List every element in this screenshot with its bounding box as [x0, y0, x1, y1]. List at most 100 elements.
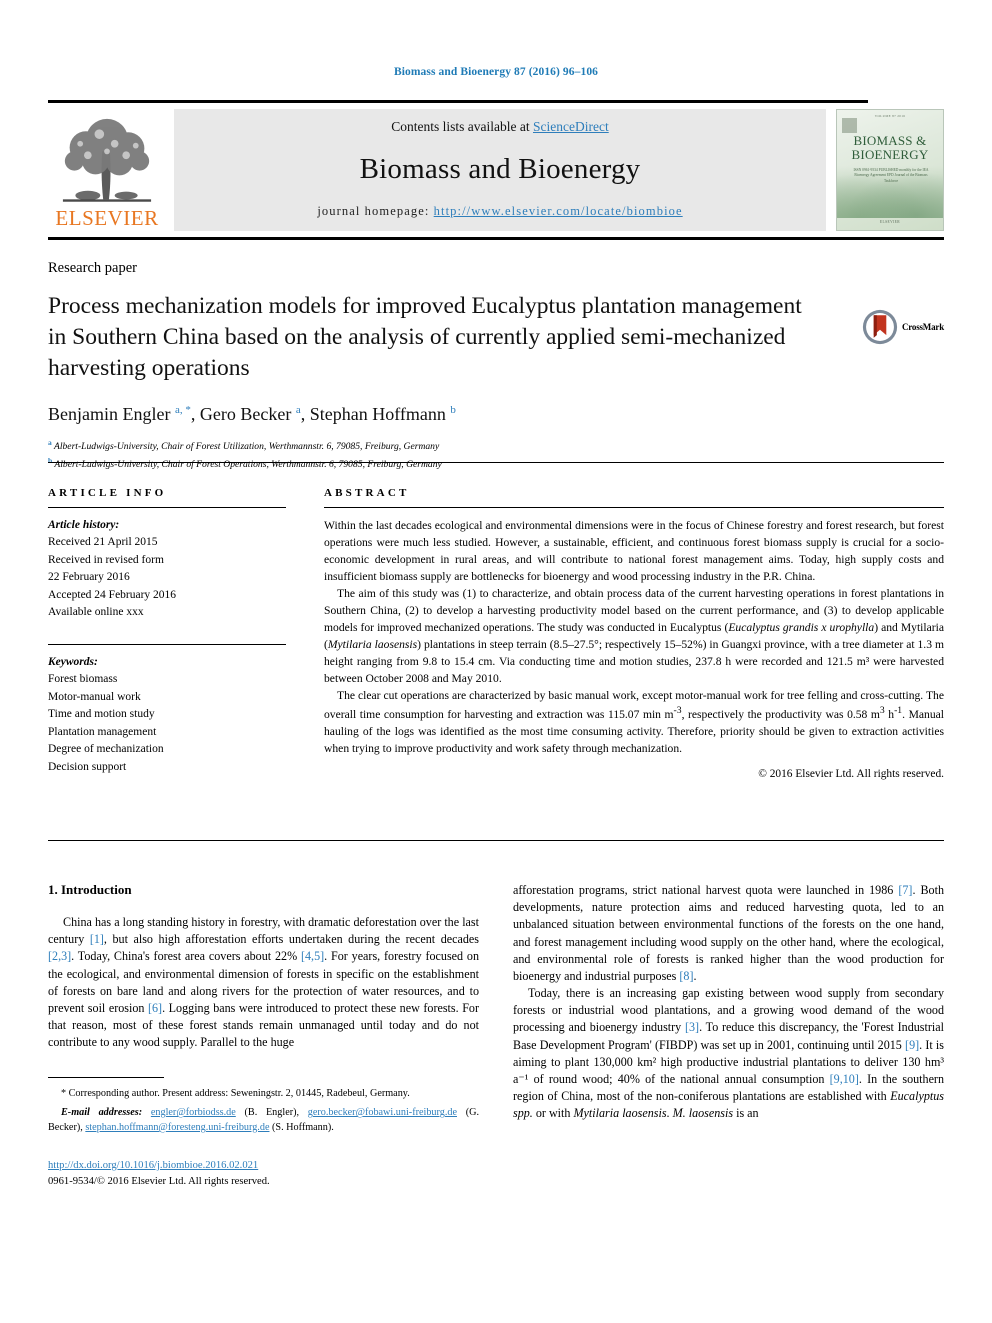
corresponding-author-note: * Corresponding author. Present address:… [61, 1088, 410, 1100]
list-item: 22 February 2016 [48, 571, 130, 584]
intro-right-text: afforestation programs, strict national … [513, 882, 944, 1122]
list-item: Received 21 April 2015 [48, 536, 158, 549]
citation-ref[interactable]: [9,10] [830, 1072, 859, 1086]
species-name: Mytilaria laosensis [573, 1106, 667, 1121]
citation-ref[interactable]: [3] [685, 1020, 699, 1034]
list-item: Accepted 24 February 2016 [48, 588, 177, 601]
footnote-block: * Corresponding author. Present address:… [48, 1077, 479, 1189]
body-top-rule [48, 840, 944, 841]
abstract-copyright: © 2016 Elsevier Ltd. All rights reserved… [758, 768, 944, 781]
affiliation-b-text: Albert-Ludwigs-University, Chair of Fore… [54, 459, 442, 471]
keyword-items: Forest biomass Motor-manual work Time and … [48, 671, 286, 776]
cover-title-line2: BIOENERGY [851, 147, 929, 163]
list-item: Received in revised form [48, 553, 164, 566]
email-link[interactable]: gero.becker@fobawi.uni-freiburg.de [308, 1107, 457, 1118]
article-info-rule [48, 507, 286, 508]
elsevier-wordmark: ELSEVIER [55, 206, 159, 230]
citation-ref[interactable]: [1] [90, 932, 104, 946]
keywords-rule [48, 643, 286, 645]
issn-copyright-line: 0961-9534/© 2016 Elsevier Ltd. All right… [48, 1175, 270, 1187]
abstract-section-top-rule [48, 462, 944, 463]
abstract-paragraph-1: Within the last decades ecological and e… [324, 519, 944, 584]
intro-left-text: China has a long standing history in for… [48, 914, 479, 1051]
sciencedirect-link[interactable]: ScienceDirect [533, 119, 609, 134]
article-type-label: Research paper [48, 260, 137, 276]
title-block: Research paper Process mechanization mod… [48, 260, 944, 473]
abstract-paragraph-2: The aim of this study was (1) to charact… [324, 587, 944, 686]
article-history-group: Article history: Received 21 April 2015 R… [48, 517, 286, 622]
email-link[interactable]: engler@forbiodss.de [151, 1107, 236, 1118]
affiliation-a: a Albert-Ludwigs-University, Chair of Fo… [48, 437, 944, 455]
section-title-introduction: 1. Introduction [48, 882, 132, 897]
contents-line: Contents lists available at ScienceDirec… [174, 119, 826, 135]
journal-cover-thumbnail: VOLUME 87 2016 BIOMASS & BIOENERGY ISSN … [836, 109, 944, 231]
cover-footer: ELSEVIER [879, 220, 901, 224]
list-item: Forest biomass [48, 673, 118, 686]
sciencedirect-panel: Contents lists available at ScienceDirec… [174, 109, 826, 231]
citation-ref[interactable]: [6] [148, 1001, 162, 1015]
header-bottom-rule [48, 237, 944, 240]
doi-link[interactable]: http://dx.doi.org/10.1016/j.biombioe.201… [48, 1160, 258, 1171]
list-item: Decision support [48, 760, 127, 773]
footnote-text: * Corresponding author. Present address:… [48, 1087, 479, 1135]
intro-paragraph-1: China has a long standing history in for… [48, 915, 480, 1050]
article-history-items: Received 21 April 2015 Received in revise… [48, 534, 286, 621]
abstract-rule [324, 507, 944, 508]
list-item: Degree of mechanization [48, 743, 164, 756]
citation-ref[interactable]: [7] [898, 883, 912, 897]
elsevier-logo: ELSEVIER [48, 109, 166, 231]
crossmark-badge[interactable]: CrossMark [862, 309, 944, 345]
list-item: Motor-manual work [48, 690, 141, 703]
elsevier-tree-icon [62, 118, 152, 202]
contents-prefix: Contents lists available at [391, 119, 533, 134]
paper-page: Biomass and Bioenergy 87 (2016) 96–106 E… [0, 0, 992, 1323]
crossmark-icon [862, 309, 898, 345]
affiliation-b-marker: b [48, 456, 53, 466]
keywords-group: Keywords: Forest biomass Motor-manual wor… [48, 654, 286, 776]
citation-ref[interactable]: [4,5] [301, 949, 324, 963]
article-info-column: ARTICLE INFO Article history: Received 2… [48, 487, 286, 783]
affiliation-list: a Albert-Ludwigs-University, Chair of Fo… [48, 437, 944, 473]
homepage-label: journal homepage: [317, 204, 430, 218]
affiliation-a-marker: a [48, 438, 52, 448]
crossmark-label: CrossMark [901, 322, 944, 332]
header-top-rule [48, 100, 868, 103]
article-info-heading: ARTICLE INFO [48, 487, 167, 499]
cover-volume-note: VOLUME 87 2016 [874, 114, 906, 118]
email-label: E-mail addresses: [61, 1107, 143, 1119]
article-history-label: Article history: [48, 519, 120, 531]
running-head: Biomass and Bioenergy 87 (2016) 96–106 [393, 66, 599, 78]
body-column-left: 1. Introduction China has a long standin… [48, 882, 479, 1190]
abstract-paragraph-3: The clear cut operations are characteriz… [324, 689, 944, 756]
citation-ref[interactable]: [2,3] [48, 949, 71, 963]
body-column-right: afforestation programs, strict national … [513, 882, 944, 1190]
citation-ref[interactable]: [8] [679, 969, 693, 983]
journal-title: Biomass and Bioenergy [359, 153, 641, 185]
info-abstract-area: ARTICLE INFO Article history: Received 2… [48, 487, 944, 783]
doi-block: http://dx.doi.org/10.1016/j.biombioe.201… [48, 1158, 479, 1190]
corresponding-marker: * [61, 1088, 67, 1100]
cover-subtitle: ISSN 0961-9534 PUBLISHED monthly for the… [853, 168, 929, 183]
list-item: Available online xxx [48, 606, 144, 619]
affiliation-b: b Albert-Ludwigs-University, Chair of Fo… [48, 455, 944, 473]
email-addresses-note: E-mail addresses: engler@forbiodss.de (B… [48, 1107, 480, 1133]
intro-paragraph-2: afforestation programs, strict national … [513, 883, 945, 983]
email-link[interactable]: stephan.hoffmann@foresteng.uni-freiburg.… [85, 1122, 269, 1133]
keywords-label: Keywords: [48, 655, 98, 668]
abstract-body: Within the last decades ecological and e… [324, 517, 944, 783]
abstract-column: ABSTRACT Within the last decades ecologi… [324, 487, 944, 783]
citation-ref[interactable]: [9] [905, 1038, 919, 1052]
intro-paragraph-3: Today, there is an increasing gap existi… [513, 986, 945, 1121]
cover-title-line1: BIOMASS & [853, 133, 927, 148]
journal-homepage-link[interactable]: http://www.elsevier.com/locate/biombioe [434, 204, 683, 218]
body-columns: 1. Introduction China has a long standin… [48, 882, 944, 1190]
page-title: Process mechanization models for improve… [48, 293, 802, 382]
author-list: Benjamin Engler a, *, Gero Becker a, Ste… [48, 404, 456, 425]
email-owner: (S. Hoffmann) [272, 1121, 332, 1133]
species-name: M. laosensis [672, 1106, 734, 1121]
abstract-heading: ABSTRACT [324, 487, 410, 499]
email-owner: (B. Engler) [244, 1107, 297, 1119]
list-item: Plantation management [48, 725, 157, 738]
journal-header-band: ELSEVIER Contents lists available at Sci… [48, 100, 944, 240]
